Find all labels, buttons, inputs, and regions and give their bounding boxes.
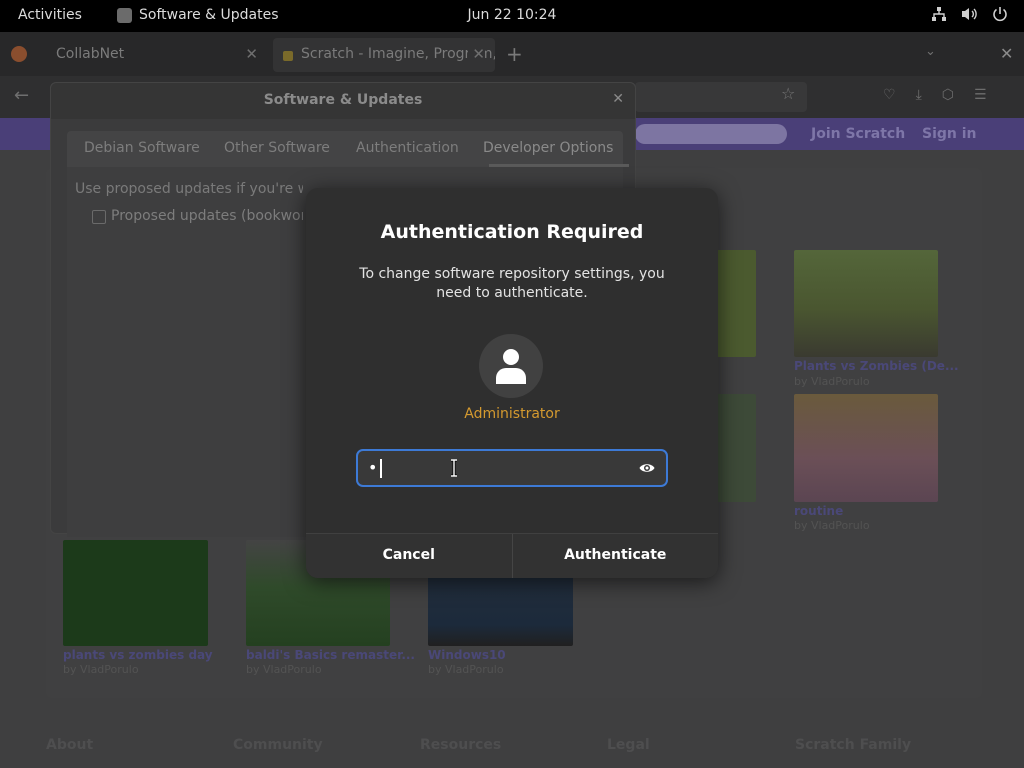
extensions-icon[interactable]: ⬡ xyxy=(942,87,954,103)
project-author[interactable]: by VladPorulo xyxy=(246,663,322,676)
project-author[interactable]: by VladPorulo xyxy=(428,663,504,676)
back-arrow-icon[interactable]: ← xyxy=(14,85,29,106)
tab-scratch[interactable]: Scratch - Imagine, Program, Share ✕ xyxy=(273,38,495,72)
browser-tab-bar: CollabNet ✕ Scratch - Imagine, Program, … xyxy=(0,32,1024,76)
tab-developer-options[interactable]: Developer Options xyxy=(483,140,613,156)
proposed-updates-label[interactable]: Proposed updates (bookworm-proposed-upda… xyxy=(111,208,303,224)
toolbar-icons: ♡ ⤓ ⬡ ☰ xyxy=(883,87,987,103)
authenticate-button[interactable]: Authenticate xyxy=(512,534,718,578)
power-icon xyxy=(993,7,1007,22)
avatar xyxy=(479,334,543,398)
tab-other-software[interactable]: Other Software xyxy=(224,140,330,156)
top-bar: Activities Software & Updates Jun 22 10:… xyxy=(0,0,1024,32)
dialog-buttons: Cancel Authenticate xyxy=(306,533,718,578)
project-author[interactable]: by VladPorulo xyxy=(794,519,870,532)
close-window-icon[interactable]: ✕ xyxy=(1000,44,1013,63)
tab-label: CollabNet xyxy=(56,46,125,62)
ibeam-cursor-icon xyxy=(451,459,457,477)
dialog-title: Authentication Required xyxy=(380,221,644,243)
project-thumbnail[interactable] xyxy=(794,394,938,502)
text-cursor xyxy=(380,459,382,478)
user-icon xyxy=(496,349,526,384)
close-tab-icon[interactable]: ✕ xyxy=(245,45,258,63)
tab-authentication[interactable]: Authentication xyxy=(356,140,459,156)
volume-icon xyxy=(962,8,977,20)
menu-icon[interactable]: ☰ xyxy=(974,87,987,103)
footer-about: About xyxy=(46,737,94,753)
close-tab-icon[interactable]: ✕ xyxy=(468,45,485,63)
downloads-icon[interactable]: ⤓ xyxy=(916,87,922,103)
project-title[interactable]: Plants vs Zombies (De... xyxy=(794,359,959,373)
footer-legal: Legal xyxy=(607,737,650,753)
new-tab-icon[interactable]: + xyxy=(506,42,523,66)
system-tray[interactable] xyxy=(931,6,1008,22)
project-thumbnail[interactable] xyxy=(63,540,208,646)
scratch-favicon-icon xyxy=(283,51,293,61)
password-field[interactable]: • xyxy=(356,449,668,487)
firefox-icon xyxy=(11,46,27,62)
sign-in-link[interactable]: Sign in xyxy=(922,126,977,142)
footer-resources: Resources xyxy=(420,737,502,753)
window-titlebar[interactable]: Software & Updates ✕ xyxy=(51,83,635,119)
cancel-button[interactable]: Cancel xyxy=(306,534,513,578)
clock[interactable]: Jun 22 10:24 xyxy=(0,7,1024,23)
window-title: Software & Updates xyxy=(263,92,423,108)
footer-scratch-family: Scratch Family xyxy=(795,737,912,753)
project-title[interactable]: routine xyxy=(794,504,843,518)
network-icon xyxy=(932,7,946,21)
tab-collabnet[interactable]: CollabNet ✕ xyxy=(42,38,268,72)
tab-bar: Debian Software Other Software Authentic… xyxy=(67,131,629,167)
footer-community: Community xyxy=(233,737,323,753)
list-tabs-icon[interactable]: ⌄ xyxy=(925,44,936,59)
project-title[interactable]: baldi's Basics remaster... xyxy=(246,648,415,662)
project-title[interactable]: plants vs zombies day xyxy=(63,648,213,662)
proposed-updates-description: Use proposed updates if you're willing t… xyxy=(75,181,303,197)
password-mask: • xyxy=(368,458,379,477)
authentication-dialog: Authentication Required To change softwa… xyxy=(306,188,718,578)
dialog-message: To change software repository settings, … xyxy=(359,266,665,301)
scratch-search-input[interactable] xyxy=(635,124,787,144)
show-password-eye-icon[interactable] xyxy=(639,461,655,475)
bookmark-star-icon[interactable]: ☆ xyxy=(781,84,795,103)
tab-label: Scratch - Imagine, Program, Share xyxy=(301,46,495,62)
user-name: Administrator xyxy=(464,406,560,422)
project-author[interactable]: by VladPorulo xyxy=(63,663,139,676)
pocket-icon[interactable]: ♡ xyxy=(883,87,896,103)
tab-debian-software[interactable]: Debian Software xyxy=(84,140,200,156)
proposed-updates-checkbox[interactable] xyxy=(92,210,106,224)
close-icon[interactable]: ✕ xyxy=(612,91,624,107)
project-author[interactable]: by VladPorulo xyxy=(794,375,870,388)
project-thumbnail[interactable] xyxy=(794,250,938,357)
join-scratch-link[interactable]: Join Scratch xyxy=(811,126,905,142)
project-title[interactable]: Windows10 xyxy=(428,648,506,662)
